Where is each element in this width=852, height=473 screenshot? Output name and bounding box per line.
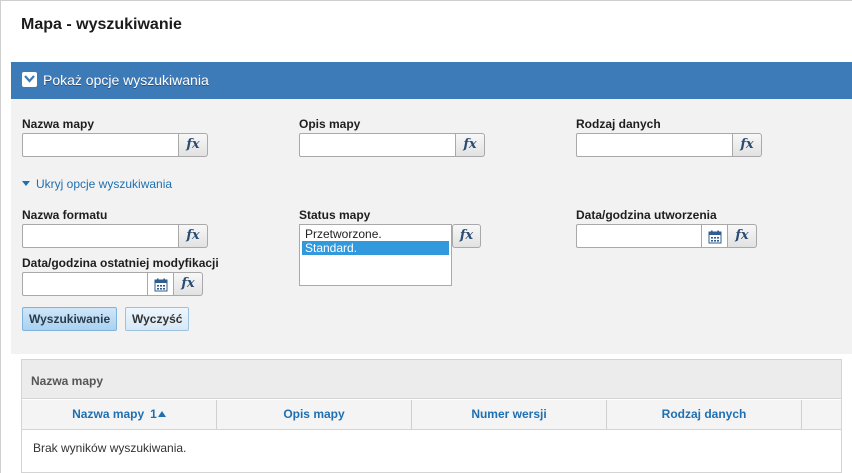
column-header-label: Nazwa mapy	[72, 407, 145, 421]
chevron-down-icon	[22, 181, 30, 187]
hide-search-options-link[interactable]: Ukryj opcje wyszukiwania	[22, 177, 172, 191]
modified-datetime-label: Data/godzina ostatniej modyfikacji	[22, 256, 219, 270]
column-header-map-name[interactable]: Nazwa mapy 1	[22, 400, 217, 429]
map-status-fx-button[interactable]: fx	[452, 224, 481, 248]
page-title: Mapa - wyszukiwanie	[21, 16, 182, 33]
created-datetime-fx-button[interactable]: fx	[728, 224, 757, 248]
hide-search-options-label: Ukryj opcje wyszukiwania	[36, 177, 173, 191]
data-type-input[interactable]	[576, 133, 733, 157]
column-header-map-description[interactable]: Opis mapy	[217, 400, 412, 429]
search-button[interactable]: Wyszukiwanie	[22, 307, 118, 331]
map-status-listbox[interactable]: Przetworzone. Standard.	[299, 224, 452, 286]
column-header-version-number[interactable]: Numer wersji	[412, 400, 607, 429]
calendar-icon	[708, 230, 722, 244]
search-options-header[interactable]: Pokaż opcje wyszukiwania	[11, 62, 852, 99]
search-options-header-label: Pokaż opcje wyszukiwania	[43, 72, 209, 88]
results-title: Nazwa mapy	[31, 374, 104, 388]
results-table: Nazwa mapy Nazwa mapy 1 Opis mapy Numer w…	[21, 359, 842, 473]
map-description-fx-button[interactable]: fx	[456, 133, 485, 157]
format-name-fx-button[interactable]: fx	[179, 224, 208, 248]
checkbox-check-icon[interactable]	[22, 72, 37, 87]
map-name-fx-button[interactable]: fx	[179, 133, 208, 157]
map-status-option-processed[interactable]: Przetworzone.	[302, 227, 449, 241]
map-name-label: Nazwa mapy	[22, 117, 95, 131]
calendar-icon	[154, 278, 168, 292]
map-description-input[interactable]	[299, 133, 456, 157]
map-status-option-standard[interactable]: Standard.	[302, 241, 449, 255]
format-name-input[interactable]	[22, 224, 179, 248]
sort-order-number: 1	[150, 407, 157, 421]
format-name-label: Nazwa formatu	[22, 208, 108, 222]
map-name-input[interactable]	[22, 133, 179, 157]
results-column-headers: Nazwa mapy 1 Opis mapy Numer wersji Rodza…	[22, 400, 841, 430]
created-datetime-calendar-button[interactable]	[702, 224, 728, 248]
created-datetime-input[interactable]	[576, 224, 702, 248]
map-description-label: Opis mapy	[299, 117, 361, 131]
modified-datetime-fx-button[interactable]: fx	[174, 272, 203, 296]
results-header: Nazwa mapy	[22, 360, 841, 399]
sort-ascending-icon	[157, 410, 166, 417]
data-type-fx-button[interactable]: fx	[733, 133, 762, 157]
modified-datetime-calendar-button[interactable]	[148, 272, 174, 296]
data-type-label: Rodzaj danych	[576, 117, 661, 131]
created-datetime-label: Data/godzina utworzenia	[576, 208, 717, 222]
modified-datetime-input[interactable]	[22, 272, 148, 296]
column-header-data-type[interactable]: Rodzaj danych	[607, 400, 802, 429]
clear-button[interactable]: Wyczyść	[125, 307, 190, 331]
map-status-label: Status mapy	[299, 208, 371, 222]
empty-results-message: Brak wyników wyszukiwania.	[33, 441, 187, 455]
